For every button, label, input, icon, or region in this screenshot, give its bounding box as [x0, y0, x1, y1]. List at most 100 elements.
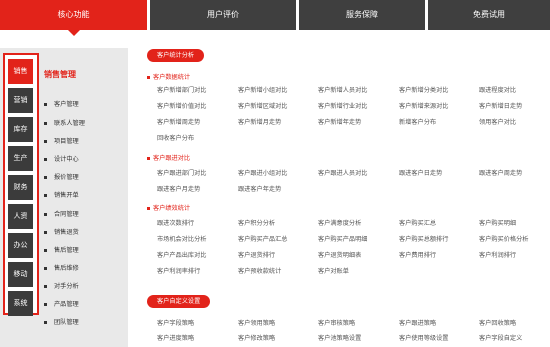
module-tab-inventory[interactable]: 库存 [8, 117, 33, 142]
bullet-icon [44, 266, 47, 270]
module-tab-marketing[interactable]: 营销 [8, 88, 33, 113]
report-link[interactable]: 客户退货排行 [238, 250, 275, 259]
menu-item[interactable]: 对手分析 [44, 281, 79, 290]
settings-link[interactable]: 客户跟进策略 [399, 318, 436, 327]
report-link[interactable]: 新增客户分布 [399, 117, 436, 126]
bullet-icon [44, 284, 47, 288]
menu-title: 销售管理 [44, 70, 76, 79]
settings-link[interactable]: 客户领用策略 [238, 318, 275, 327]
report-link[interactable]: 客户购买产品汇总 [238, 234, 288, 243]
module-tab-production[interactable]: 生产 [8, 146, 33, 171]
module-tab-office[interactable]: 办公 [8, 233, 33, 258]
report-link[interactable]: 客户产品出库对比 [157, 250, 207, 259]
report-link[interactable]: 跟进客户月走势 [157, 184, 200, 193]
section-title: 客户跟进对比 [147, 153, 190, 162]
module-tab-sales[interactable]: 销售 [8, 59, 33, 84]
report-link[interactable]: 跟进程度对比 [479, 85, 516, 94]
bullet-icon [44, 212, 47, 216]
settings-link[interactable]: 客户回收策略 [479, 318, 516, 327]
report-link[interactable]: 客户新增来源对比 [399, 101, 449, 110]
report-link[interactable]: 客户对账单 [318, 266, 349, 275]
report-link[interactable]: 跟进客户年走势 [238, 184, 281, 193]
report-link[interactable]: 回收客户分布 [157, 133, 194, 142]
bullet-icon [44, 139, 47, 143]
tab-core-features[interactable]: 核心功能 [0, 0, 147, 36]
report-link[interactable]: 客户跟进小组对比 [238, 168, 288, 177]
bullet-icon [147, 75, 150, 79]
module-tab-finance[interactable]: 财务 [8, 175, 33, 200]
tab-free-trial[interactable]: 免费试用 [428, 0, 550, 30]
module-tab-mobile[interactable]: 移动 [8, 262, 33, 287]
top-tab-bar: 核心功能 用户评价 服务保障 免费试用 [0, 0, 550, 36]
report-link[interactable]: 客户新增人员对比 [318, 85, 368, 94]
report-link[interactable]: 客户满意度分析 [318, 218, 361, 227]
report-link[interactable]: 市场机会对比分析 [157, 234, 207, 243]
report-link[interactable]: 客户新增日走势 [479, 101, 522, 110]
settings-link[interactable]: 客户修改策略 [238, 333, 275, 342]
section-pill-custom: 客户自定义设置 [147, 295, 211, 308]
settings-link[interactable]: 客户字段策略 [157, 318, 194, 327]
module-tabs: 销售 营销 库存 生产 财务 人资 办公 移动 系统 [3, 53, 39, 316]
settings-link[interactable]: 客户池策略设置 [318, 333, 361, 342]
report-link[interactable]: 客户新增价值对比 [157, 101, 207, 110]
menu-item[interactable]: 团队管理 [44, 317, 79, 326]
report-link[interactable]: 客户购买价格分析 [479, 234, 529, 243]
menu-item[interactable]: 销售退货 [44, 227, 79, 236]
report-link[interactable]: 跟进次数排行 [157, 218, 194, 227]
menu-item[interactable]: 联系人管理 [44, 118, 85, 127]
report-link[interactable]: 客户新增分类对比 [399, 85, 449, 94]
module-tab-hr[interactable]: 人资 [8, 204, 33, 229]
report-link[interactable]: 客户利润排行 [479, 250, 516, 259]
bullet-icon [44, 175, 47, 179]
tab-service-guarantee[interactable]: 服务保障 [299, 0, 425, 30]
tab-label: 免费试用 [473, 10, 505, 19]
menu-item[interactable]: 售后管理 [44, 245, 79, 254]
bullet-icon [147, 156, 150, 160]
tab-label: 服务保障 [346, 10, 378, 19]
bullet-icon [44, 248, 47, 252]
report-link[interactable]: 客户费用排行 [399, 250, 436, 259]
bullet-icon [44, 230, 47, 234]
settings-link[interactable]: 客户字段自定义 [479, 333, 522, 342]
report-link[interactable]: 客户跟进人员对比 [318, 168, 368, 177]
bullet-icon [44, 193, 47, 197]
bullet-icon [44, 302, 47, 306]
report-link[interactable]: 客户预收款统计 [238, 266, 281, 275]
tab-user-reviews[interactable]: 用户评价 [150, 0, 296, 30]
report-link[interactable]: 客户新增年走势 [318, 117, 361, 126]
module-tab-system[interactable]: 系统 [8, 291, 33, 316]
settings-link[interactable]: 客户使用等级设置 [399, 333, 449, 342]
settings-link[interactable]: 客户进度策略 [157, 333, 194, 342]
report-link[interactable]: 客户新增部门对比 [157, 85, 207, 94]
menu-item[interactable]: 报价管理 [44, 172, 79, 181]
menu-item[interactable]: 合同管理 [44, 209, 79, 218]
report-link[interactable]: 跟进客户周走势 [479, 168, 522, 177]
report-link[interactable]: 客户新增小组对比 [238, 85, 288, 94]
section-title: 客户数据统计 [147, 72, 190, 81]
bullet-icon [44, 102, 47, 106]
menu-item[interactable]: 设计中心 [44, 154, 79, 163]
tab-label: 核心功能 [57, 10, 90, 19]
report-link[interactable]: 客户新增行业对比 [318, 101, 368, 110]
report-link[interactable]: 领用客户对比 [479, 117, 516, 126]
report-link[interactable]: 客户购买产品明细 [318, 234, 368, 243]
settings-link[interactable]: 客户审核策略 [318, 318, 355, 327]
report-link[interactable]: 客户新增周走势 [157, 117, 200, 126]
report-link[interactable]: 跟进客户日走势 [399, 168, 442, 177]
menu-item[interactable]: 产品管理 [44, 299, 79, 308]
menu-item[interactable]: 客户管理 [44, 99, 79, 108]
report-link[interactable]: 客户新增区域对比 [238, 101, 288, 110]
menu-item[interactable]: 项目管理 [44, 136, 79, 145]
menu-item[interactable]: 售后维修 [44, 263, 79, 272]
report-link[interactable]: 客户积分分析 [238, 218, 275, 227]
report-link[interactable]: 客户购买汇总 [399, 218, 436, 227]
menu-item[interactable]: 销售开单 [44, 190, 79, 199]
report-link[interactable]: 客户退货明细表 [318, 250, 361, 259]
report-link[interactable]: 客户购买总额排行 [399, 234, 449, 243]
report-link[interactable]: 客户利润率排行 [157, 266, 200, 275]
report-link[interactable]: 客户跟进部门对比 [157, 168, 207, 177]
bullet-icon [147, 206, 150, 210]
report-link[interactable]: 客户新增月走势 [238, 117, 281, 126]
report-link[interactable]: 客户购买明细 [479, 218, 516, 227]
bullet-icon [44, 121, 47, 125]
